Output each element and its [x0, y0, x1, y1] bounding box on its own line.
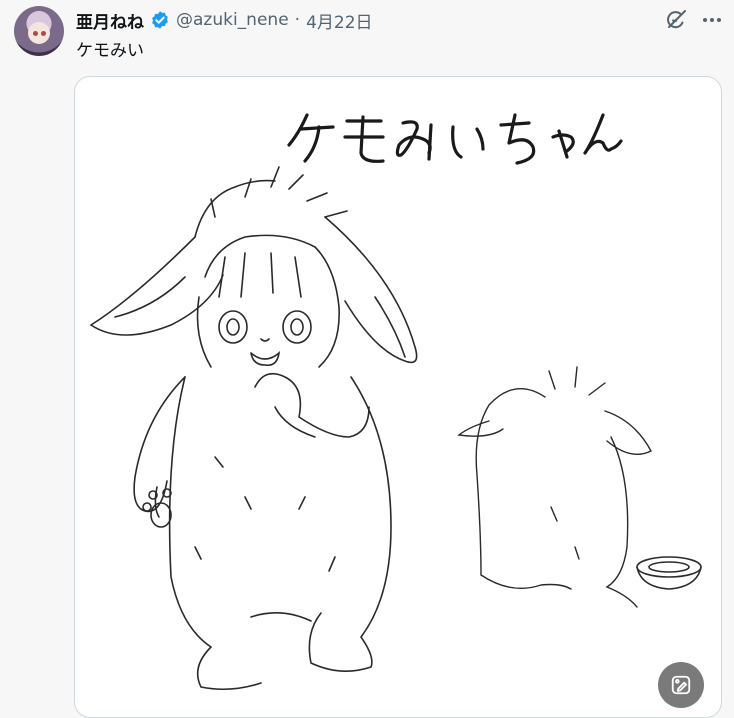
main-character-sketch: [89, 166, 418, 691]
author-handle[interactable]: @azuki_nene: [176, 10, 289, 30]
avatar-face: [28, 22, 50, 44]
verified-badge-icon: [150, 10, 170, 30]
tweet-media-image[interactable]: [74, 76, 722, 718]
sketch-artwork: [89, 113, 702, 691]
tweet-header: 亜月ねね @azuki_nene · 4月22日: [76, 8, 373, 33]
author-avatar[interactable]: [14, 6, 64, 56]
small-character-sketch: [457, 366, 652, 608]
artwork-caption-lettering: [287, 113, 623, 165]
grok-icon[interactable]: [664, 8, 688, 32]
author-name[interactable]: 亜月ねね: [76, 8, 144, 33]
avatar-eye-right: [41, 31, 46, 36]
header-separator: ·: [294, 10, 301, 30]
tweet-date[interactable]: 4月22日: [306, 8, 372, 33]
tweet-text: ケモみい: [76, 41, 144, 61]
image-edit-button[interactable]: [658, 662, 704, 708]
avatar-eye-left: [33, 31, 38, 36]
more-icon[interactable]: [700, 8, 724, 32]
food-bowl-sketch: [636, 556, 702, 590]
